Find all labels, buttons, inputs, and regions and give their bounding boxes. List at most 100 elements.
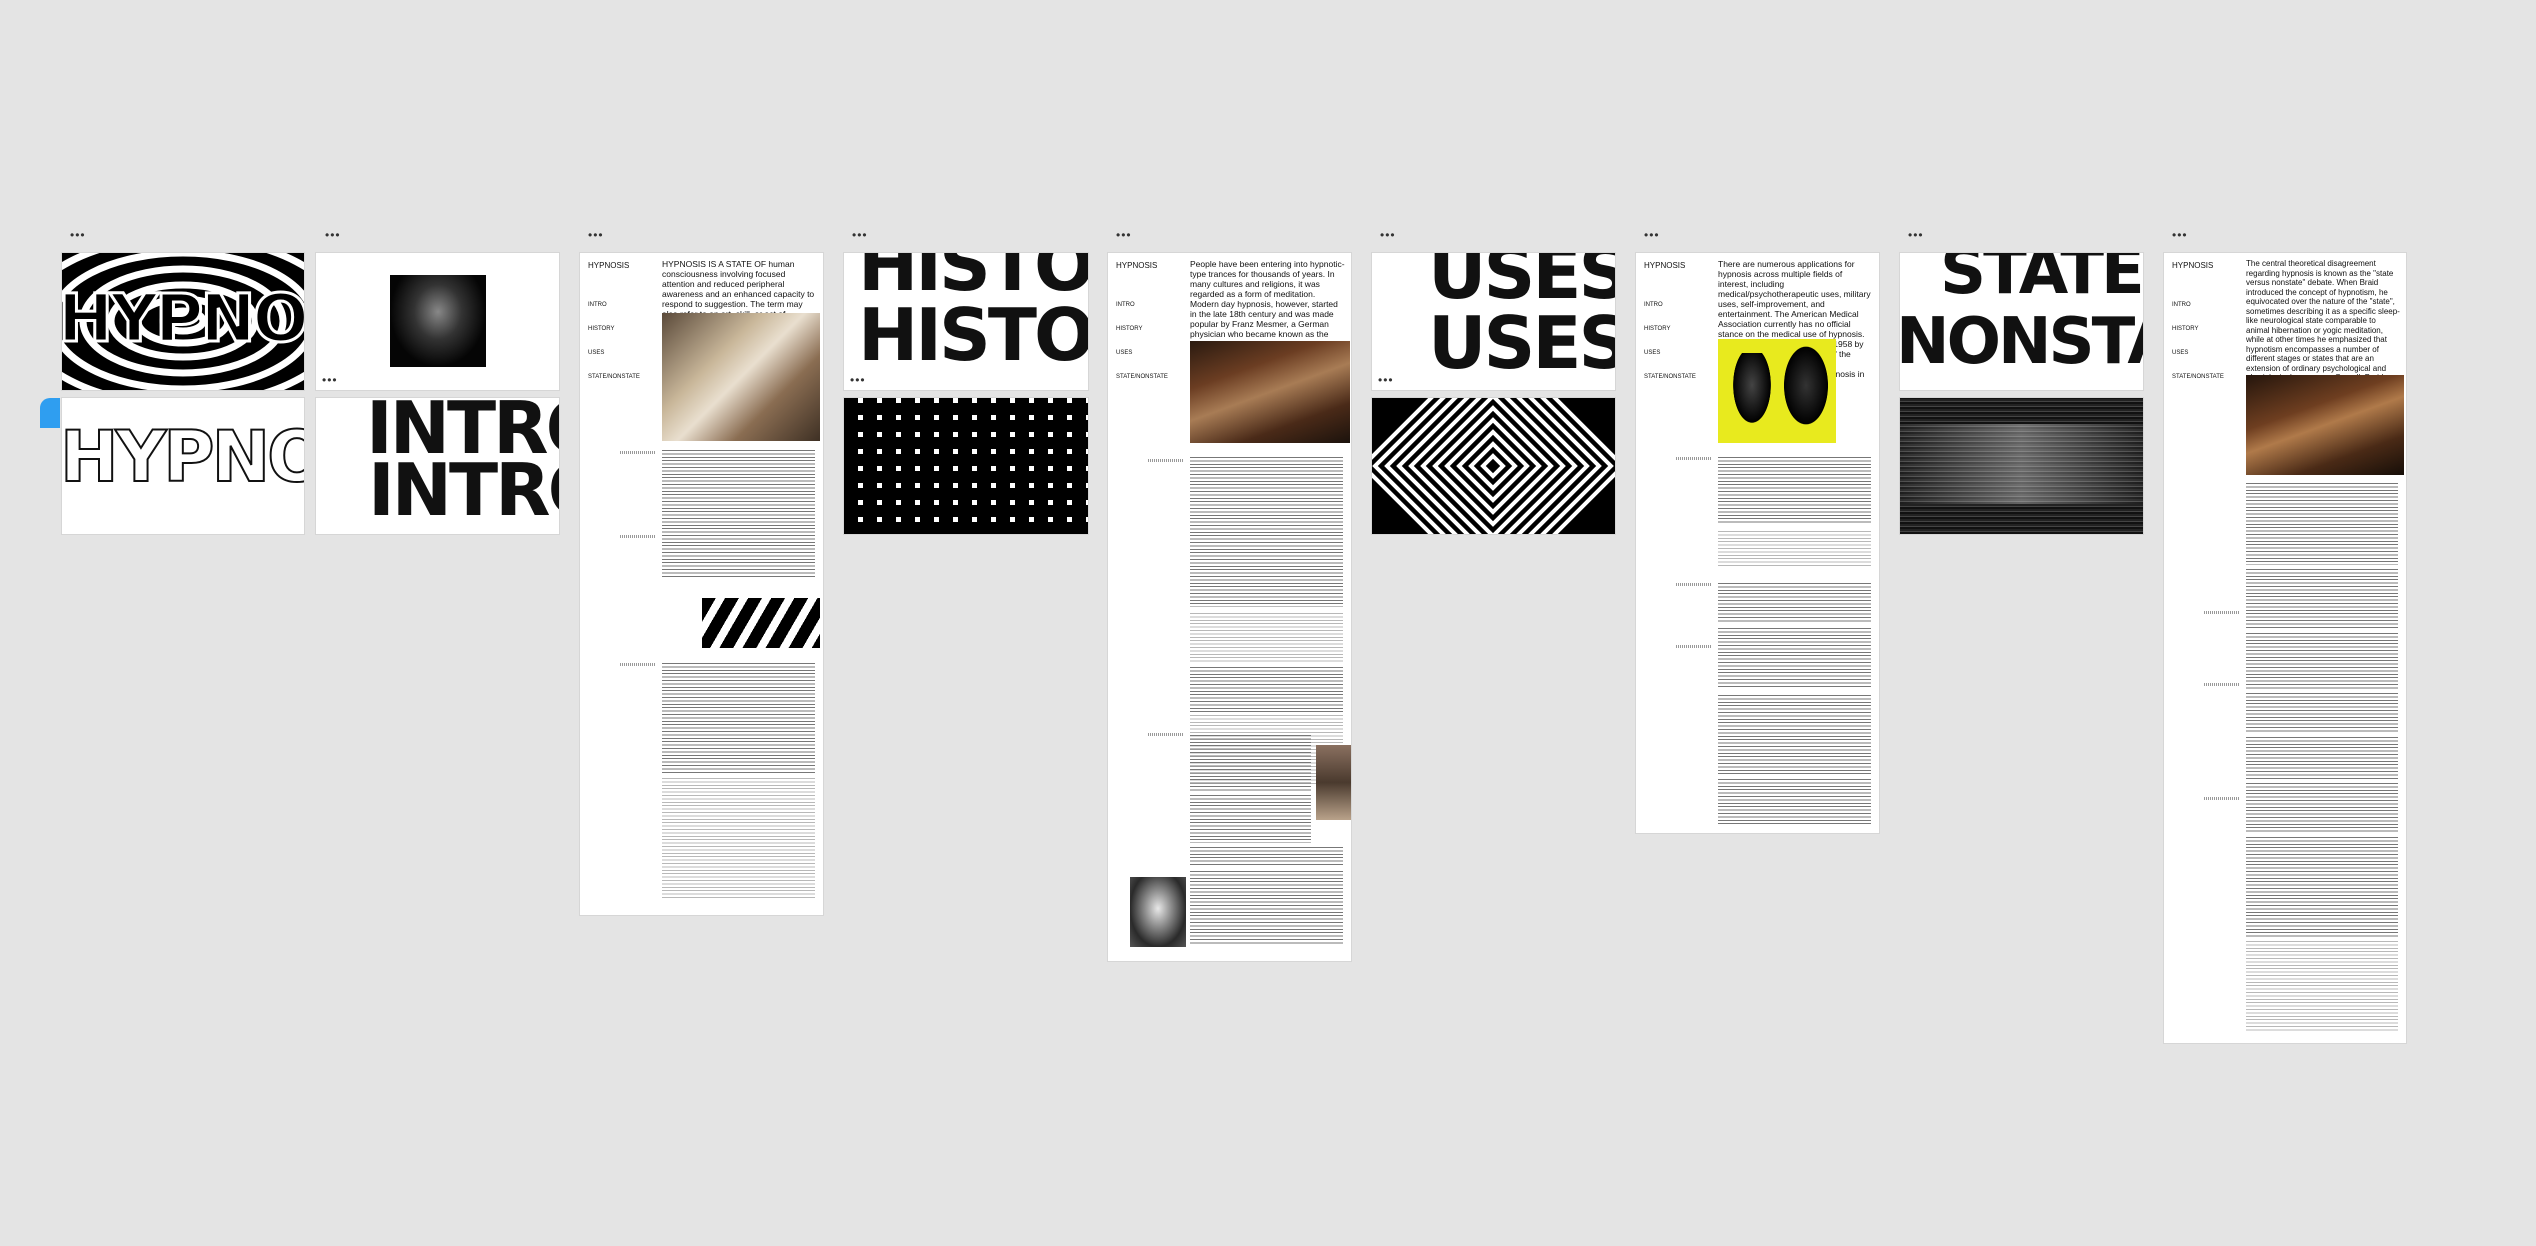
history-page[interactable]: HYPNOSIS INTRO HISTORY USES STATE/NONSTA… bbox=[1108, 253, 1351, 961]
nav-history[interactable]: HISTORY bbox=[2172, 317, 2198, 341]
nav-uses[interactable]: USES bbox=[588, 341, 604, 365]
state-cover-type[interactable]: STATE NONSTATE bbox=[1900, 253, 2143, 390]
page-title: HYPNOSIS bbox=[2172, 261, 2214, 270]
nav-intro[interactable]: INTRO bbox=[588, 293, 607, 317]
body-text bbox=[1190, 735, 1311, 791]
hypnosis-cover-outline[interactable]: HYPNOSIS bbox=[62, 398, 304, 534]
frame-menu[interactable]: ••• bbox=[2172, 229, 2188, 241]
intro-cover-portrait[interactable]: ••• bbox=[316, 253, 559, 390]
side-note bbox=[1676, 645, 1712, 648]
body-text bbox=[2246, 941, 2398, 1033]
frame-menu[interactable]: ••• bbox=[322, 374, 338, 386]
hypnosis-outline-title: HYPNOSIS bbox=[62, 416, 304, 498]
grid-pattern bbox=[844, 398, 1088, 534]
hypnosis-cover-swirl[interactable]: HYPNOSIS bbox=[62, 253, 304, 390]
comic-figure bbox=[1778, 345, 1834, 435]
body-text bbox=[1190, 613, 1343, 663]
portrait-image bbox=[390, 275, 486, 367]
body-text bbox=[1718, 583, 1871, 623]
frame-menu[interactable]: ••• bbox=[1908, 229, 1924, 241]
body-text bbox=[2246, 837, 2398, 937]
frame-menu[interactable]: ••• bbox=[1380, 229, 1396, 241]
history-cover-grid[interactable] bbox=[844, 398, 1088, 534]
intro-page[interactable]: HYPNOSIS INTRO HISTORY USES STATE/NONSTA… bbox=[580, 253, 823, 915]
history-cover-line-2: HISTORY bbox=[858, 293, 1088, 377]
nav-history[interactable]: HISTORY bbox=[588, 317, 614, 341]
state-painting-image bbox=[2246, 375, 2404, 475]
frame-menu[interactable]: ••• bbox=[1116, 229, 1132, 241]
nav-state-nonstate[interactable]: STATE/NONSTATE bbox=[1116, 365, 1168, 389]
nav-history[interactable]: HISTORY bbox=[1116, 317, 1142, 341]
nav-uses[interactable]: USES bbox=[1644, 341, 1660, 365]
body-text bbox=[2246, 693, 2398, 733]
nav-state-nonstate[interactable]: STATE/NONSTATE bbox=[2172, 365, 2224, 389]
history-cover-type[interactable]: HISTORY HISTORY ••• bbox=[844, 253, 1088, 390]
body-text bbox=[2246, 633, 2398, 689]
body-text bbox=[662, 663, 815, 773]
elderly-man-photo bbox=[1130, 877, 1186, 947]
frame-menu[interactable]: ••• bbox=[1378, 374, 1394, 386]
frame-menu[interactable]: ••• bbox=[588, 229, 604, 241]
body-text bbox=[1190, 457, 1343, 607]
nav-intro[interactable]: INTRO bbox=[1644, 293, 1663, 317]
sepia-portrait-image bbox=[1316, 745, 1351, 820]
diamond-pattern bbox=[1372, 398, 1615, 534]
comic-figure bbox=[1728, 353, 1776, 433]
body-text bbox=[1718, 457, 1871, 525]
side-note bbox=[2204, 611, 2240, 614]
body-text bbox=[1190, 847, 1343, 867]
body-text bbox=[2246, 783, 2398, 833]
body-text bbox=[2246, 483, 2398, 565]
page-title: HYPNOSIS bbox=[588, 261, 630, 270]
state-cover-line-2: NONSTATE bbox=[1900, 305, 2143, 379]
history-painting-image bbox=[1190, 341, 1350, 443]
nav-uses[interactable]: USES bbox=[1116, 341, 1132, 365]
nav-history[interactable]: HISTORY bbox=[1644, 317, 1670, 341]
uses-cover-line-2: USES bbox=[1428, 301, 1615, 385]
side-note bbox=[1148, 733, 1184, 736]
uses-cover-line-1: USES bbox=[1428, 253, 1615, 315]
body-text bbox=[1718, 531, 1871, 567]
state-page[interactable]: HYPNOSIS INTRO HISTORY USES STATE/NONSTA… bbox=[2164, 253, 2406, 1043]
nav-intro[interactable]: INTRO bbox=[1116, 293, 1135, 317]
side-note bbox=[1676, 583, 1712, 586]
wave-graphic bbox=[702, 598, 820, 648]
frame-menu[interactable]: ••• bbox=[325, 229, 341, 241]
glow-band bbox=[1900, 424, 2143, 504]
body-text bbox=[1718, 628, 1871, 688]
body-text bbox=[1190, 795, 1311, 843]
body-text bbox=[2246, 737, 2398, 779]
uses-page[interactable]: HYPNOSIS INTRO HISTORY USES STATE/NONSTA… bbox=[1636, 253, 1879, 833]
nav-uses[interactable]: USES bbox=[2172, 341, 2188, 365]
body-text bbox=[2246, 569, 2398, 629]
nav-state-nonstate[interactable]: STATE/NONSTATE bbox=[588, 365, 640, 389]
intro-cover-line-2: INTRO bbox=[368, 448, 559, 532]
yellow-comic-image bbox=[1718, 339, 1836, 443]
side-note bbox=[2204, 683, 2240, 686]
body-text bbox=[662, 535, 815, 579]
uses-cover-type[interactable]: USES USES ••• bbox=[1372, 253, 1615, 390]
side-note bbox=[1148, 459, 1184, 462]
body-text bbox=[1190, 871, 1343, 945]
nav-intro[interactable]: INTRO bbox=[2172, 293, 2191, 317]
painting-image bbox=[662, 313, 820, 441]
side-note bbox=[1676, 457, 1712, 460]
intro-cover-type[interactable]: INTRO INTRO bbox=[316, 398, 559, 534]
side-note bbox=[2204, 797, 2240, 800]
body-text bbox=[662, 778, 815, 898]
nav-state-nonstate[interactable]: STATE/NONSTATE bbox=[1644, 365, 1696, 389]
selection-handle[interactable] bbox=[40, 398, 60, 428]
hypnosis-cover-title: HYPNOSIS bbox=[62, 280, 304, 357]
state-cover-stripes[interactable] bbox=[1900, 398, 2143, 534]
side-note bbox=[620, 535, 656, 538]
page-title: HYPNOSIS bbox=[1644, 261, 1686, 270]
frame-menu[interactable]: ••• bbox=[1644, 229, 1660, 241]
uses-cover-diamond[interactable] bbox=[1372, 398, 1615, 534]
frame-menu[interactable]: ••• bbox=[850, 374, 866, 386]
state-cover-line-1: STATE bbox=[1940, 253, 2143, 309]
history-cover-line-1: HISTORY bbox=[858, 253, 1088, 307]
body-text bbox=[1718, 779, 1871, 825]
frame-menu[interactable]: ••• bbox=[70, 229, 86, 241]
page-title: HYPNOSIS bbox=[1116, 261, 1158, 270]
frame-menu[interactable]: ••• bbox=[852, 229, 868, 241]
